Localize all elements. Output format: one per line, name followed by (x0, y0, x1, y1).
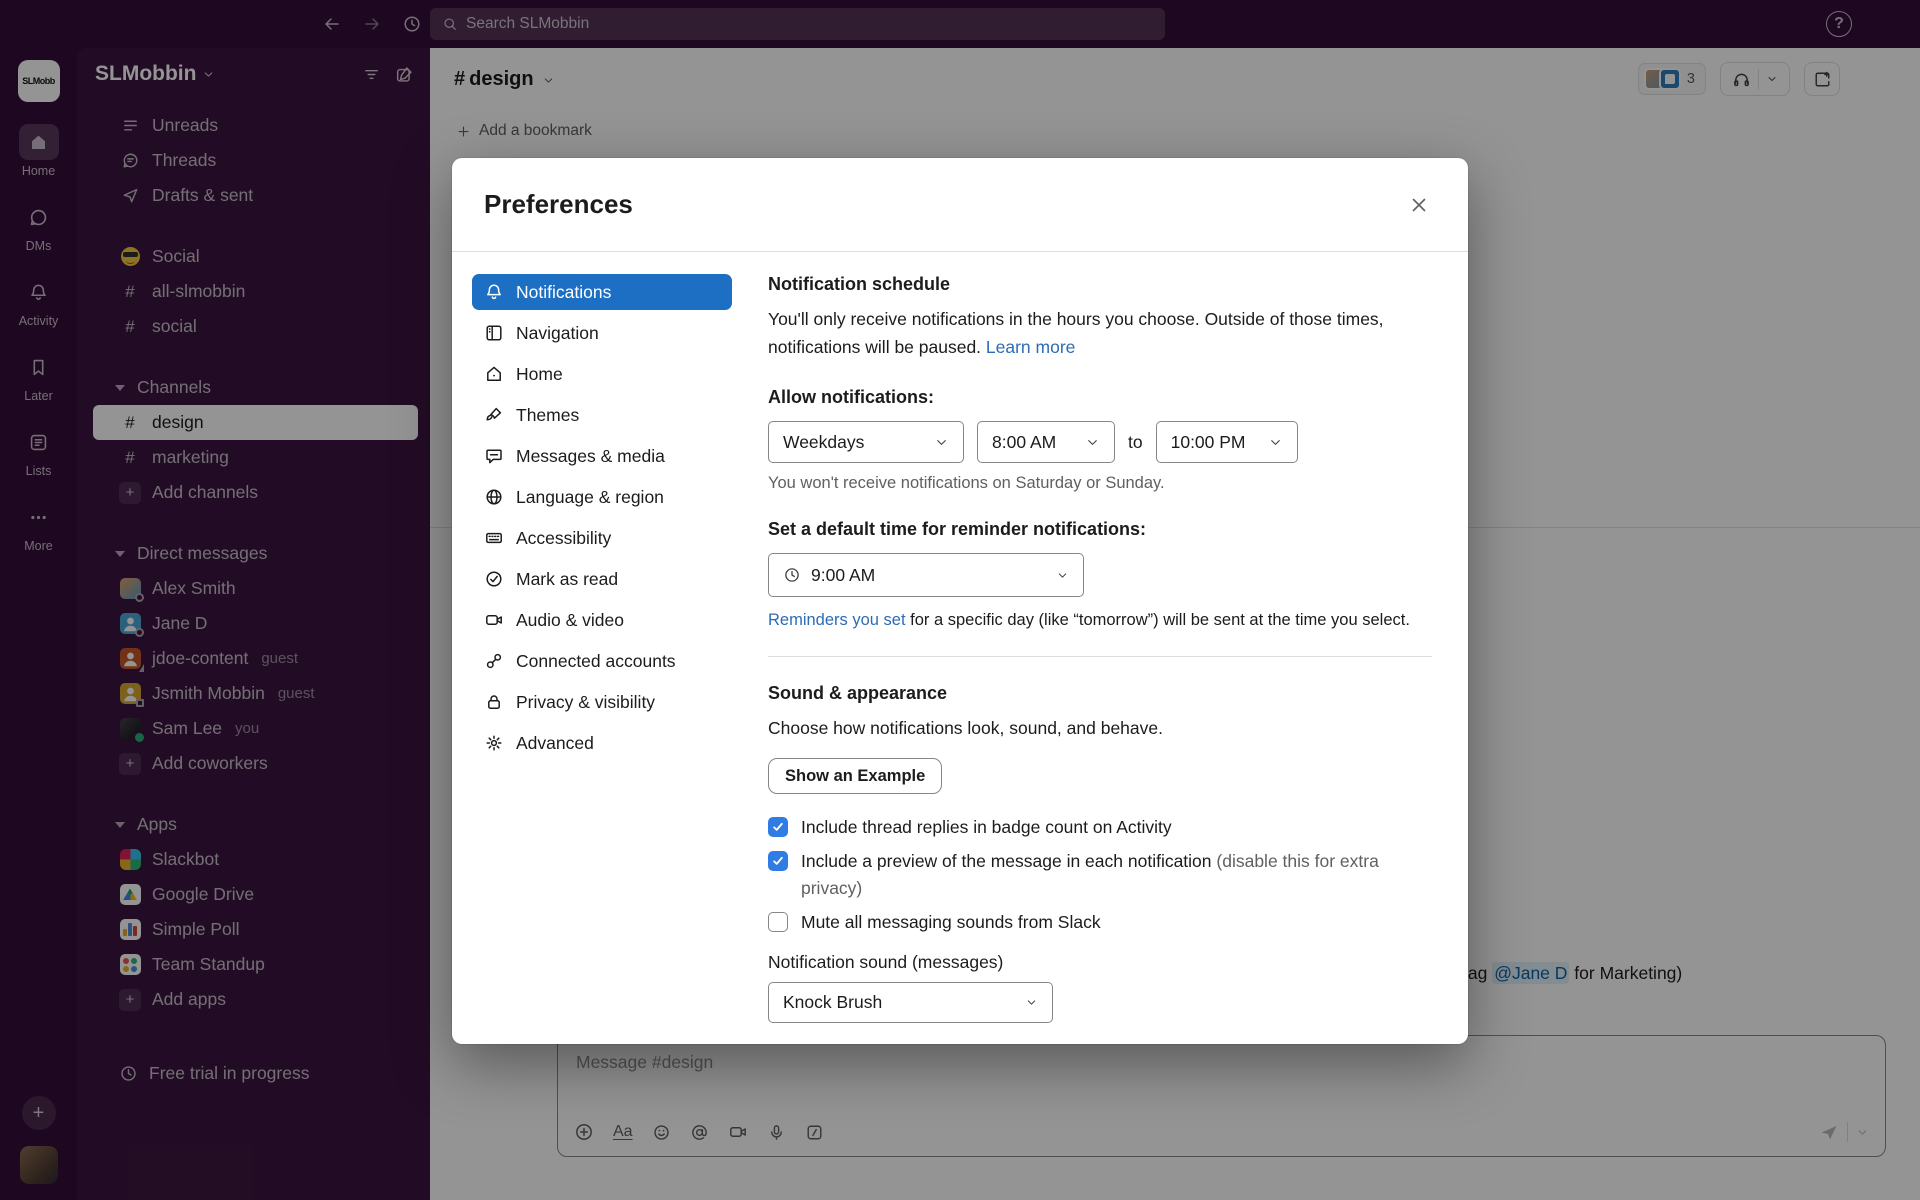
keyboard-icon (486, 532, 502, 544)
tab-label: Privacy & visibility (516, 691, 656, 712)
navigation-icon (486, 325, 502, 341)
check-circle-icon (486, 571, 502, 587)
home-icon (487, 366, 501, 381)
checkbox-checked-icon[interactable] (768, 817, 788, 837)
tab-notifications[interactable]: Notifications (472, 274, 732, 310)
checkbox-checked-icon[interactable] (768, 851, 788, 871)
tab-privacy-visibility[interactable]: Privacy & visibility (472, 684, 732, 720)
tab-language-region[interactable]: Language & region (472, 479, 732, 515)
tab-label: Messages & media (516, 445, 665, 466)
selected-value: Knock Brush (783, 992, 883, 1012)
weekend-note: You won't receive notifications on Satur… (768, 474, 1165, 492)
notification-sound-select[interactable]: Knock Brush (768, 982, 1053, 1023)
chevron-down-icon (1058, 572, 1067, 578)
tab-label: Themes (516, 404, 580, 425)
reminder-note: Reminders you set for a specific day (li… (768, 611, 1432, 630)
notifications-settings: Notification schedule You'll only receiv… (768, 274, 1432, 1023)
selected-value: 9:00 AM (811, 564, 876, 585)
reminders-you-set-link[interactable]: Reminders you set (768, 611, 906, 629)
tab-mark-as-read[interactable]: Mark as read (472, 561, 732, 597)
tab-messages-media[interactable]: Messages & media (472, 438, 732, 474)
video-icon (486, 615, 502, 625)
tab-label: Navigation (516, 322, 599, 343)
show-example-button[interactable]: Show an Example (768, 758, 943, 794)
selected-value: 8:00 AM (992, 431, 1057, 452)
link-icon (486, 653, 502, 669)
tab-label: Audio & video (516, 609, 624, 630)
to-label: to (1128, 431, 1143, 452)
description-text: You'll only receive notifications in the… (768, 309, 1384, 357)
gear-icon (486, 735, 502, 751)
checkbox-label: Mute all messaging sounds from Slack (801, 912, 1101, 932)
checkbox-label: Include thread replies in badge count on… (801, 817, 1172, 837)
reminder-time-label: Set a default time for reminder notifica… (768, 519, 1147, 539)
modal-title: Preferences (484, 189, 633, 219)
check-icon (773, 822, 783, 831)
chevron-down-icon (937, 439, 946, 445)
lock-icon (488, 695, 500, 709)
preferences-modal: Preferences Notifications Navigation Hom… (452, 158, 1468, 1044)
checkbox-thread-replies[interactable]: Include thread replies in badge count on… (768, 814, 1418, 841)
tab-label: Mark as read (516, 568, 619, 589)
checkbox-message-preview[interactable]: Include a preview of the message in each… (768, 848, 1418, 902)
checkbox-unchecked-icon[interactable] (768, 912, 788, 932)
tab-label: Language & region (516, 486, 664, 507)
bell-icon (487, 284, 501, 300)
checkbox-mute-sounds[interactable]: Mute all messaging sounds from Slack (768, 909, 1418, 936)
chevron-down-icon (1027, 1000, 1036, 1005)
tab-label: Notifications (516, 281, 612, 302)
globe-icon (486, 489, 502, 505)
chevron-down-icon (1088, 439, 1097, 445)
reminder-note-text: for a specific day (like “tomorrow”) wil… (905, 611, 1410, 629)
close-icon (1412, 198, 1426, 211)
tab-label: Connected accounts (516, 650, 676, 671)
end-time-select[interactable]: 10:00 PM (1155, 421, 1298, 463)
allow-notifications-label: Allow notifications: (768, 387, 934, 407)
checkbox-label: Include a preview of the message in each… (801, 851, 1217, 871)
check-icon (773, 856, 783, 865)
close-button[interactable] (1402, 188, 1436, 222)
sound-appearance-description: Choose how notifications look, sound, an… (768, 718, 1163, 738)
start-time-select[interactable]: 8:00 AM (977, 421, 1115, 463)
clock-icon (785, 568, 799, 582)
tab-home[interactable]: Home (472, 356, 732, 392)
notification-sound-label: Notification sound (messages) (768, 952, 1004, 972)
tab-accessibility[interactable]: Accessibility (472, 520, 732, 556)
chevron-down-icon (1270, 439, 1280, 445)
checkbox-label-wrap: Include a preview of the message in each… (801, 848, 1418, 902)
tab-label: Home (516, 363, 563, 384)
notification-schedule-description: You'll only receive notifications in the… (768, 305, 1418, 361)
notification-checkboxes: Include thread replies in badge count on… (768, 814, 1432, 936)
selected-value: 10:00 PM (1170, 431, 1246, 452)
tab-label: Advanced (516, 732, 594, 753)
sound-appearance-heading: Sound & appearance (768, 683, 948, 703)
selected-value: Weekdays (783, 431, 865, 452)
message-icon (486, 449, 502, 464)
tab-label: Accessibility (516, 527, 612, 548)
tab-advanced[interactable]: Advanced (472, 725, 732, 761)
tab-themes[interactable]: Themes (472, 397, 732, 433)
notification-days-select[interactable]: Weekdays (768, 421, 964, 463)
learn-more-link[interactable]: Learn more (986, 337, 1076, 357)
preferences-nav: Notifications Navigation Home Themes Mes… (472, 274, 732, 1023)
tab-connected-accounts[interactable]: Connected accounts (472, 643, 732, 679)
notification-schedule-heading: Notification schedule (768, 274, 951, 294)
brush-icon (486, 407, 502, 421)
reminder-time-select[interactable]: 9:00 AM (768, 553, 1084, 597)
tab-navigation[interactable]: Navigation (472, 315, 732, 351)
section-divider (768, 656, 1432, 657)
tab-audio-video[interactable]: Audio & video (472, 602, 732, 638)
